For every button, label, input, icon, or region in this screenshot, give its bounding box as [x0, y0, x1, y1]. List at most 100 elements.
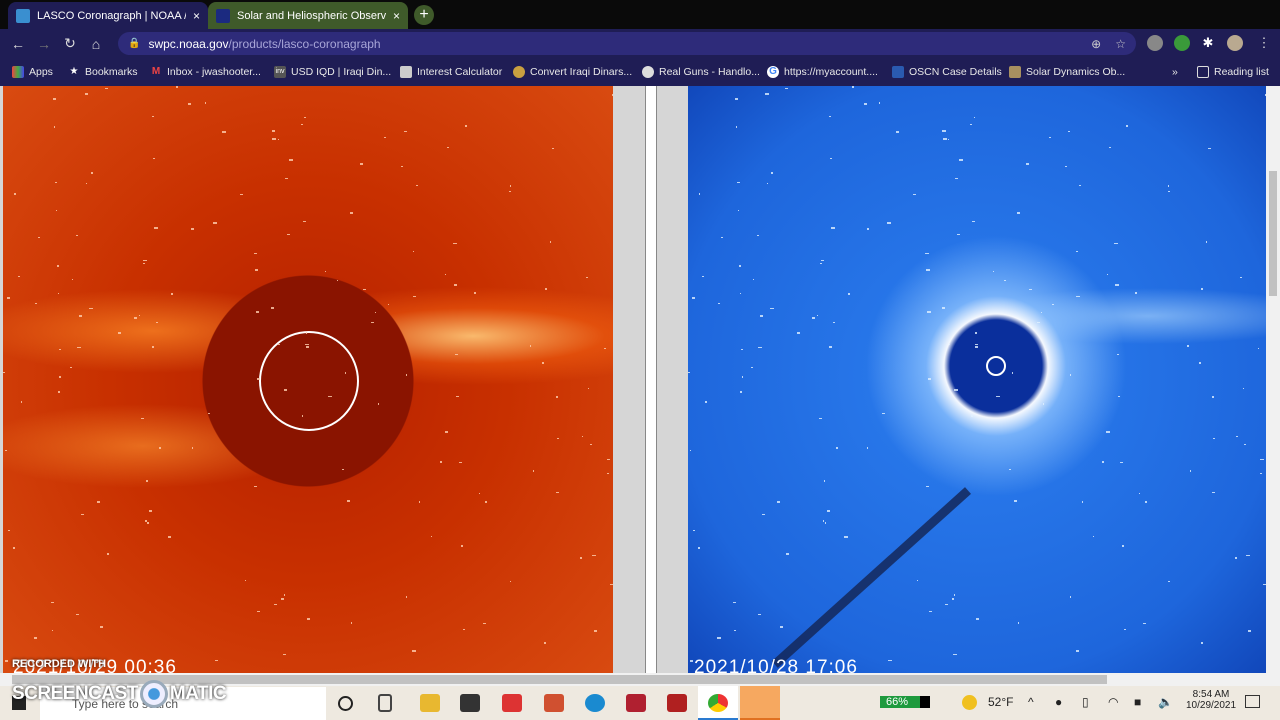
access-icon[interactable]	[626, 694, 646, 712]
new-tab-button[interactable]: +	[414, 5, 434, 25]
star-speck	[812, 317, 816, 319]
notifications-icon[interactable]	[1245, 695, 1260, 708]
star-speck	[304, 116, 307, 119]
tab-lasco[interactable]: LASCO Coronagraph | NOAA / N ×	[8, 2, 208, 29]
battery-icon[interactable]: ■	[1134, 695, 1141, 709]
star-speck	[55, 209, 57, 212]
app-s-plus-icon[interactable]	[667, 694, 687, 712]
star-speck	[460, 545, 464, 547]
bookmark-label: Real Guns - Handlo...	[659, 66, 760, 78]
weather-temperature[interactable]: 52°F	[988, 695, 1013, 709]
star-speck	[692, 297, 695, 299]
store-icon[interactable]	[460, 694, 480, 712]
star-speck	[412, 250, 415, 253]
star-speck	[404, 130, 407, 133]
star-speck	[474, 292, 477, 294]
star-speck	[823, 480, 826, 482]
menu-kebab-icon[interactable]: ⋮	[1256, 35, 1272, 51]
watermark-text: SCREENCAST	[12, 683, 138, 705]
star-speck	[717, 302, 721, 305]
star-speck	[20, 401, 23, 403]
vertical-scrollbar[interactable]	[1266, 86, 1280, 673]
bookmark-apps[interactable]: Apps	[12, 66, 53, 78]
touch-device-icon[interactable]: ▯	[1082, 695, 1089, 709]
file-explorer-icon[interactable]	[420, 694, 440, 712]
reading-list-button[interactable]: Reading list	[1197, 66, 1269, 78]
back-icon[interactable]: ←	[5, 36, 31, 52]
reload-icon[interactable]: ↻	[57, 35, 83, 52]
screencast-taskbar-button[interactable]	[740, 686, 780, 720]
scrollbar-thumb[interactable]	[1269, 171, 1277, 296]
lasco-c3-image[interactable]: 2021/10/28 17:06	[688, 86, 1266, 673]
star-speck	[972, 220, 976, 223]
bookmark-myaccount[interactable]: Ghttps://myaccount....	[767, 66, 878, 78]
star-speck	[829, 157, 832, 160]
star-speck	[1093, 535, 1095, 538]
chrome-taskbar-button[interactable]	[698, 686, 738, 720]
star-speck	[401, 165, 403, 168]
task-view-icon[interactable]	[378, 694, 392, 712]
apps-grid-icon	[12, 66, 24, 78]
star-speck	[344, 372, 347, 374]
zoom-icon[interactable]: ⊕	[1091, 37, 1101, 51]
star-speck	[17, 275, 20, 278]
microphone-icon[interactable]: ●	[1055, 695, 1062, 709]
extension-w-icon[interactable]	[1147, 35, 1163, 51]
bookmark-label: Solar Dynamics Ob...	[1026, 66, 1126, 78]
home-icon[interactable]: ⌂	[83, 36, 109, 52]
bookmarks-overflow-button[interactable]: »	[1172, 66, 1178, 78]
battery-indicator[interactable]: 66%	[880, 696, 931, 708]
star-speck	[300, 123, 303, 126]
bookmark-sdo[interactable]: Solar Dynamics Ob...	[1009, 66, 1125, 78]
volume-icon[interactable]: 🔈	[1158, 695, 1173, 709]
star-speck	[895, 131, 900, 133]
star-speck	[1048, 136, 1051, 139]
bookmark-convert-dinars[interactable]: Convert Iraqi Dinars...	[513, 66, 632, 78]
chevron-up-icon[interactable]: ^	[1028, 695, 1034, 709]
app-orange-icon[interactable]	[544, 694, 564, 712]
star-speck	[56, 265, 60, 267]
star-speck	[735, 126, 738, 128]
star-speck	[1114, 242, 1118, 245]
weather-sun-icon[interactable]	[962, 695, 977, 710]
cortana-icon[interactable]	[338, 696, 353, 711]
forward-icon[interactable]: →	[31, 36, 57, 52]
star-speck	[1211, 396, 1214, 398]
edge-icon[interactable]	[585, 694, 605, 712]
star-speck	[71, 278, 74, 281]
lasco-c2-image[interactable]: 2021/10/29 00:36	[3, 86, 613, 673]
bookmark-usd-iqd[interactable]: inv USD IQD | Iraqi Din...	[274, 66, 391, 78]
app-red-icon[interactable]	[502, 694, 522, 712]
tab-soho[interactable]: Solar and Heliospheric Observat ×	[208, 2, 408, 29]
bookmark-star-icon[interactable]: ☆	[1115, 37, 1126, 51]
star-speck	[954, 594, 956, 596]
star-speck	[1075, 650, 1080, 652]
close-tab-icon[interactable]: ×	[393, 9, 400, 23]
star-speck	[927, 311, 931, 313]
star-speck	[54, 181, 58, 184]
star-speck	[739, 265, 742, 267]
bookmark-oscn[interactable]: OSCN Case Details	[892, 66, 1002, 78]
bookmark-interest-calculator[interactable]: Interest Calculator	[400, 66, 502, 78]
star-speck	[509, 185, 511, 187]
bookmark-bookmarks[interactable]: ★ Bookmarks	[68, 66, 138, 78]
address-bar[interactable]: 🔒 swpc.noaa.gov/products/lasco-coronagra…	[118, 32, 1136, 55]
close-tab-icon[interactable]: ×	[193, 9, 200, 23]
star-speck	[1200, 642, 1203, 644]
sun-outline-circle	[986, 356, 1006, 376]
star-speck	[1004, 279, 1006, 282]
star-speck	[1052, 303, 1055, 306]
extensions-puzzle-icon[interactable]: ✱	[1200, 35, 1216, 51]
wifi-icon[interactable]: ◠	[1108, 695, 1118, 709]
star-speck	[1257, 347, 1260, 350]
profile-avatar[interactable]	[1227, 35, 1243, 51]
bookmark-label: OSCN Case Details	[909, 66, 1002, 78]
bookmark-real-guns[interactable]: Real Guns - Handlo...	[642, 66, 760, 78]
dinar-icon	[513, 66, 525, 78]
star-speck	[412, 650, 416, 652]
reading-list-label: Reading list	[1214, 66, 1269, 78]
bookmark-gmail[interactable]: M Inbox - jwashooter...	[150, 66, 261, 78]
clock[interactable]: 8:54 AM 10/29/2021	[1186, 689, 1236, 711]
star-speck	[213, 222, 217, 224]
extension-check-icon[interactable]	[1174, 35, 1190, 51]
